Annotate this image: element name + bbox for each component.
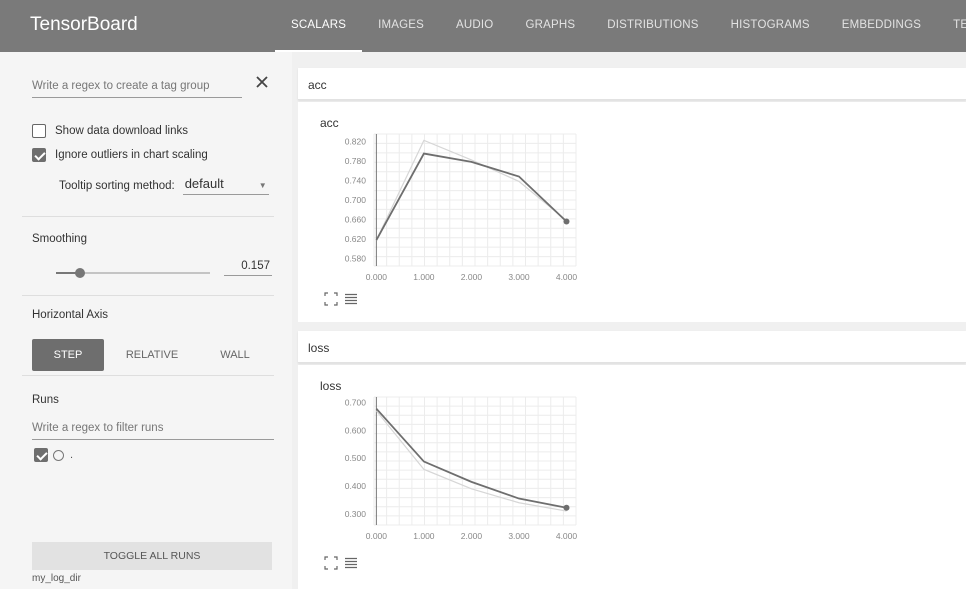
show-download-links-label: Show data download links <box>55 125 188 137</box>
acc-chart-title: acc <box>320 116 339 130</box>
log-dir-label: my_log_dir <box>32 573 81 584</box>
acc-x-tick-label: 0.000 <box>366 272 388 282</box>
runs-filter-input[interactable] <box>32 420 274 440</box>
axis-relative-button[interactable]: RELATIVE <box>112 339 192 371</box>
run-checkbox[interactable] <box>34 448 48 462</box>
ignore-outliers-checkbox[interactable] <box>32 148 46 162</box>
run-name: . <box>70 449 74 461</box>
show-download-links-checkbox[interactable] <box>32 124 46 138</box>
acc-pane-body: acc 0.580 0.620 0.660 0.700 0.740 0.780 0.820 0… <box>298 102 966 322</box>
acc-y-tick-label: 0.780 <box>345 156 367 166</box>
acc-x-tick-label: 2.000 <box>461 272 483 282</box>
tag-group-regex-input[interactable] <box>32 78 242 98</box>
dashboard-tabs: SCALARS IMAGES AUDIO GRAPHS DISTRIBUTION… <box>275 0 966 52</box>
acc-x-tick-label: 1.000 <box>413 272 435 282</box>
smoothing-label: Smoothing <box>32 233 87 245</box>
close-icon[interactable] <box>254 74 270 90</box>
loss-pane-body: loss 0.300 0.400 0.500 0.600 0.700 0.000 1.000… <box>298 365 966 589</box>
tooltip-sorting-row: Tooltip sorting method: default ▼ <box>59 176 269 195</box>
show-download-links-option[interactable]: Show data download links <box>32 124 188 138</box>
section-divider <box>22 295 274 296</box>
loss-x-tick-label: 2.000 <box>461 531 483 541</box>
axis-step-button[interactable]: STEP <box>32 339 104 371</box>
horizontal-axis-label: Horizontal Axis <box>32 309 109 321</box>
loss-x-tick-label: 4.000 <box>556 531 578 541</box>
acc-smoothed-point <box>563 218 570 225</box>
section-divider <box>22 375 274 376</box>
loss-x-tick-label: 1.000 <box>413 531 435 541</box>
acc-y-tick-label: 0.620 <box>345 234 367 244</box>
loss-y-tick-label: 0.300 <box>345 509 367 519</box>
tooltip-sorting-value: default <box>184 176 224 191</box>
loss-chart[interactable]: 0.300 0.400 0.500 0.600 0.700 0.000 1.000 2.000… <box>314 393 584 545</box>
ignore-outliers-label: Ignore outliers in chart scaling <box>55 149 208 161</box>
tooltip-sorting-select[interactable]: default ▼ <box>182 176 269 195</box>
slider-thumb[interactable] <box>75 268 86 278</box>
loss-y-tick-label: 0.600 <box>345 425 367 435</box>
tab-distributions[interactable]: DISTRIBUTIONS <box>591 0 714 52</box>
loss-smoothed-point <box>563 504 570 511</box>
tooltip-sorting-label: Tooltip sorting method: <box>59 179 175 192</box>
tab-scalars[interactable]: SCALARS <box>275 0 363 52</box>
acc-y-tick-label: 0.580 <box>345 254 367 264</box>
loss-pane-title[interactable]: loss <box>308 341 329 355</box>
acc-y-tick-label: 0.700 <box>345 195 367 205</box>
tab-images[interactable]: IMAGES <box>362 0 440 52</box>
main-content: acc acc 0.580 0.620 0.660 0.700 0.740 0.780 0.… <box>292 52 966 589</box>
acc-y-tick-label: 0.660 <box>345 215 367 225</box>
tab-graphs[interactable]: GRAPHS <box>509 0 591 52</box>
tab-text[interactable]: TEXT <box>937 0 966 52</box>
toggle-data-table-icon[interactable] <box>344 292 358 306</box>
acc-chart[interactable]: 0.580 0.620 0.660 0.700 0.740 0.780 0.820 0.000… <box>314 130 584 286</box>
smoothing-slider[interactable] <box>56 266 210 280</box>
dropdown-arrow-icon: ▼ <box>258 181 267 190</box>
sidebar: Show data download links Ignore outliers… <box>0 52 292 589</box>
loss-chart-title: loss <box>320 379 342 393</box>
loss-x-tick-label: 0.000 <box>366 531 388 541</box>
acc-y-tick-label: 0.740 <box>345 175 367 185</box>
tab-histograms[interactable]: HISTOGRAMS <box>715 0 826 52</box>
acc-y-tick-label: 0.820 <box>345 136 367 146</box>
loss-x-tick-label: 3.000 <box>508 531 530 541</box>
acc-pane-header[interactable]: acc <box>298 68 966 100</box>
runs-label: Runs <box>32 394 59 406</box>
acc-x-tick-label: 4.000 <box>556 272 578 282</box>
smoothing-value-field[interactable]: 0.157 <box>224 260 272 276</box>
loss-y-tick-label: 0.700 <box>345 398 367 408</box>
top-app-bar: TensorBoard SCALARS IMAGES AUDIO GRAPHS … <box>0 0 966 52</box>
toggle-data-table-icon[interactable] <box>344 556 358 570</box>
toggle-all-runs-button[interactable]: TOGGLE ALL RUNS <box>32 542 272 570</box>
acc-x-tick-label: 3.000 <box>508 272 530 282</box>
acc-pane-title[interactable]: acc <box>308 78 327 92</box>
loss-y-tick-label: 0.400 <box>345 481 367 491</box>
tab-embeddings[interactable]: EMBEDDINGS <box>826 0 937 52</box>
section-divider <box>22 216 274 217</box>
loss-pane-header[interactable]: loss <box>298 331 966 363</box>
ignore-outliers-option[interactable]: Ignore outliers in chart scaling <box>32 148 208 162</box>
fit-to-data-icon[interactable] <box>324 556 338 570</box>
fit-to-data-icon[interactable] <box>324 292 338 306</box>
tab-audio[interactable]: AUDIO <box>440 0 509 52</box>
radio-icon[interactable] <box>53 449 64 461</box>
axis-wall-button[interactable]: WALL <box>200 339 270 371</box>
app-title: TensorBoard <box>30 14 138 35</box>
run-item[interactable]: . <box>34 448 73 462</box>
loss-y-tick-label: 0.500 <box>345 453 367 463</box>
